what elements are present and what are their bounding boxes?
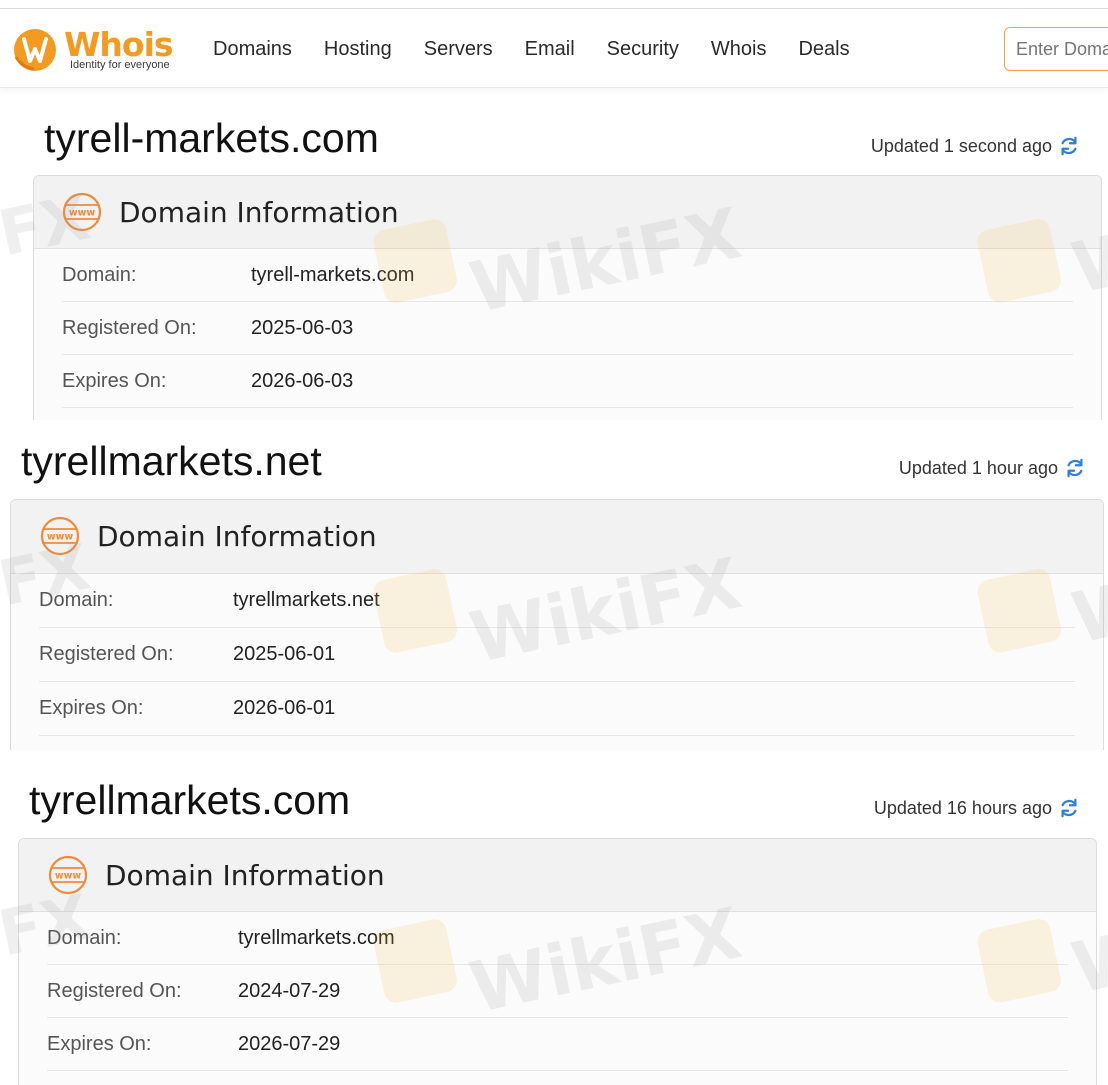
row-label: Registered On: [47, 980, 182, 1002]
www-globe-icon: www [48, 855, 88, 895]
row-label: Expires On: [62, 370, 167, 392]
info-row-domain: Domain: tyrellmarkets.net [39, 574, 1075, 628]
row-label: Domain: [39, 589, 114, 611]
row-value: 2026-06-03 [251, 370, 354, 392]
card-title: Domain Information [119, 196, 399, 229]
refresh-icon[interactable] [1058, 135, 1080, 157]
refresh-icon[interactable] [1058, 797, 1080, 819]
www-globe-icon: www [40, 516, 80, 556]
domain-heading: tyrellmarkets.com [29, 777, 351, 823]
info-row-domain: Domain: tyrellmarkets.com [47, 912, 1068, 965]
domain-information-card: www Domain Information Domain: tyrellmar… [10, 499, 1104, 750]
svg-text:www: www [47, 532, 74, 543]
row-value: 2025-06-01 [233, 643, 336, 665]
row-value: tyrellmarkets.net [233, 589, 380, 611]
info-row-registered: Registered On: 2025-06-01 [39, 628, 1075, 682]
updated-status: Updated 16 hours ago [874, 797, 1080, 819]
row-label: Domain: [47, 927, 122, 949]
row-value: 2026-06-01 [233, 697, 336, 719]
www-globe-icon: www [62, 192, 102, 232]
info-row-expires: Expires On: 2026-06-03 [62, 355, 1073, 408]
card-title: Domain Information [97, 520, 377, 553]
card-header: www Domain Information [34, 176, 1101, 249]
svg-text:www: www [69, 208, 96, 219]
row-value: tyrellmarkets.com [238, 927, 395, 949]
domain-section-1: tyrell-markets.com Updated 1 second ago … [0, 0, 1108, 420]
card-title: Domain Information [105, 859, 385, 892]
domain-heading: tyrell-markets.com [44, 115, 379, 161]
info-row-expires: Expires On: 2026-07-29 [47, 1018, 1068, 1071]
card-header: www Domain Information [19, 839, 1096, 912]
row-label: Registered On: [39, 643, 174, 665]
domain-information-card: www Domain Information Domain: tyrell-ma… [33, 175, 1102, 420]
domain-section-3: tyrellmarkets.com Updated 16 hours ago w… [0, 750, 1108, 1085]
row-label: Expires On: [39, 697, 144, 719]
updated-status: Updated 1 hour ago [899, 457, 1086, 479]
info-row-expires: Expires On: 2026-06-01 [39, 682, 1075, 736]
domain-section-2: tyrellmarkets.net Updated 1 hour ago www… [0, 420, 1108, 750]
row-label: Expires On: [47, 1033, 152, 1055]
info-row-registered: Registered On: 2025-06-03 [62, 302, 1073, 355]
domain-information-card: www Domain Information Domain: tyrellmar… [18, 838, 1097, 1085]
updated-text: Updated 16 hours ago [873, 798, 1052, 818]
row-value: 2024-07-29 [238, 980, 341, 1002]
info-row-registered: Registered On: 2024-07-29 [47, 965, 1068, 1018]
row-value: 2025-06-03 [251, 317, 354, 339]
svg-text:www: www [55, 871, 82, 882]
card-header: www Domain Information [11, 500, 1103, 574]
refresh-icon[interactable] [1064, 457, 1086, 479]
row-label: Registered On: [62, 317, 197, 339]
updated-text: Updated 1 second ago [870, 136, 1052, 156]
domain-heading: tyrellmarkets.net [21, 438, 322, 484]
row-value: tyrell-markets.com [251, 264, 415, 286]
info-row-domain: Domain: tyrell-markets.com [62, 249, 1073, 302]
row-value: 2026-07-29 [238, 1033, 341, 1055]
updated-text: Updated 1 hour ago [898, 458, 1058, 478]
row-label: Domain: [62, 264, 137, 286]
updated-status: Updated 1 second ago [871, 135, 1080, 157]
